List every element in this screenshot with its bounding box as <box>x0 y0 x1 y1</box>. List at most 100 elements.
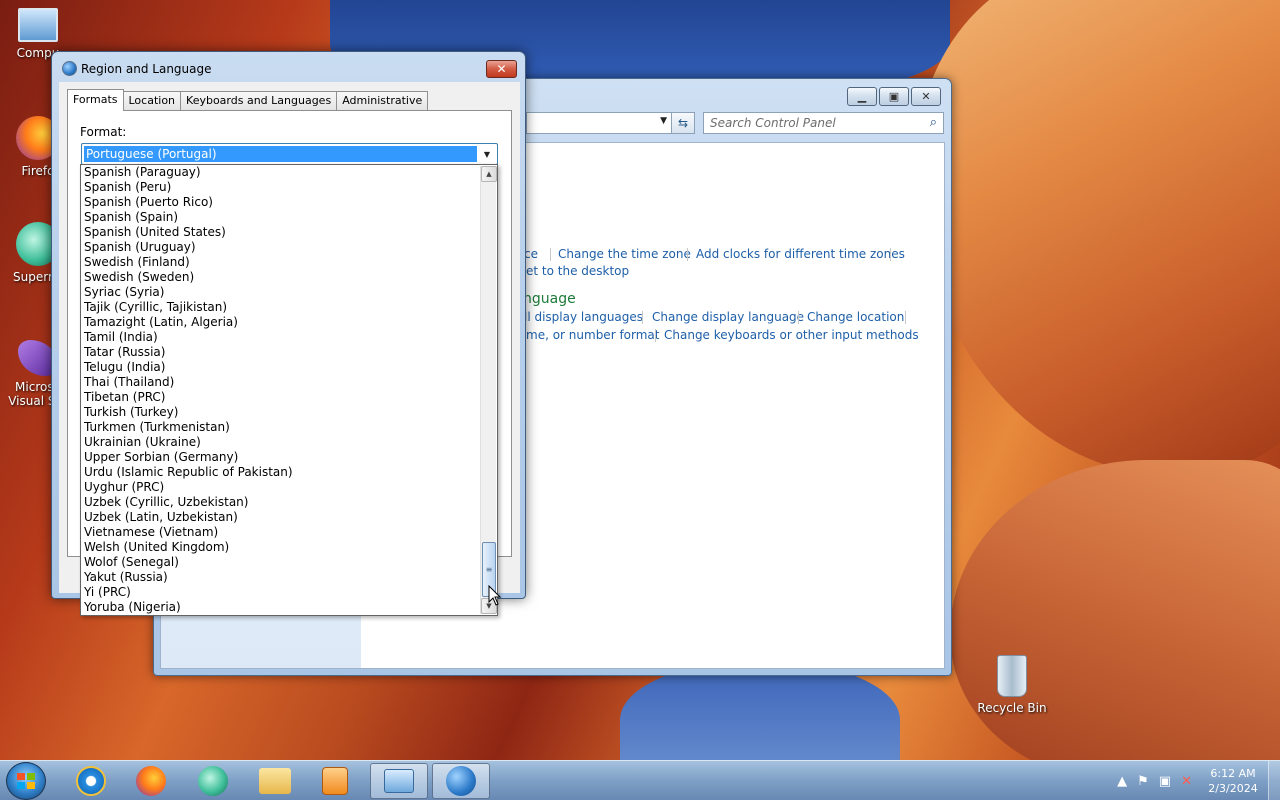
taskbar-firefox[interactable] <box>122 763 180 799</box>
desktop-icon-recycle-bin[interactable]: Recycle Bin <box>974 655 1050 715</box>
start-button[interactable] <box>6 762 46 800</box>
format-option[interactable]: Spanish (Uruguay) <box>82 240 480 255</box>
change-keyboards-link[interactable]: Change keyboards or other input methods <box>664 328 919 342</box>
format-combobox[interactable]: Portuguese (Portugal) ▼ <box>81 143 498 165</box>
windows-logo-icon <box>17 773 35 789</box>
mouse-cursor-icon <box>488 585 502 606</box>
maximize-button[interactable]: ▣ <box>879 87 909 106</box>
taskbar-supermium[interactable] <box>184 763 242 799</box>
format-option[interactable]: Spanish (United States) <box>82 225 480 240</box>
taskbar-internet-explorer[interactable] <box>62 763 120 799</box>
format-option[interactable]: Turkish (Turkey) <box>82 405 480 420</box>
close-icon: ✕ <box>496 62 507 76</box>
system-clock[interactable]: 6:12 AM 2/3/2024 <box>1202 766 1264 796</box>
link-separator <box>687 248 688 261</box>
address-bar[interactable]: ▼ <box>526 112 671 134</box>
region-language-heading[interactable]: nguage <box>523 291 576 307</box>
clock-time: 6:12 AM <box>1210 767 1256 780</box>
format-option[interactable]: Yi (PRC) <box>82 585 480 600</box>
wallpaper-rock-lower <box>950 460 1280 760</box>
format-option[interactable]: Uzbek (Latin, Uzbekistan) <box>82 510 480 525</box>
format-selected-value: Portuguese (Portugal) <box>84 146 477 162</box>
format-option[interactable]: Syriac (Syria) <box>82 285 480 300</box>
format-option[interactable]: Ukrainian (Ukraine) <box>82 435 480 450</box>
link-separator <box>550 248 551 261</box>
taskbar: ▲ ⚑ ▣ ✕ 6:12 AM 2/3/2024 <box>0 760 1280 801</box>
format-option[interactable]: Tajik (Cyrillic, Tajikistan) <box>82 300 480 315</box>
format-option[interactable]: Tatar (Russia) <box>82 345 480 360</box>
link-separator <box>655 329 656 342</box>
chevron-down-icon[interactable]: ▼ <box>479 146 495 162</box>
format-option[interactable]: Upper Sorbian (Germany) <box>82 450 480 465</box>
show-desktop-button[interactable] <box>1268 761 1280 801</box>
minimize-icon: ▁ <box>857 90 867 103</box>
format-option[interactable]: Tamazight (Latin, Algeria) <box>82 315 480 330</box>
taskbar-region-language[interactable] <box>432 763 490 799</box>
format-dropdown-list[interactable]: Spanish (Paraguay) Spanish (Peru) Spanish … <box>80 164 498 616</box>
tab-location[interactable]: Location <box>122 91 182 111</box>
desktop-icon-label: Recycle Bin <box>977 701 1047 715</box>
install-languages-link[interactable]: ll display languages <box>524 310 643 324</box>
globe-clock-icon <box>446 766 476 796</box>
tab-strip: Formats Location Keyboards and Languages… <box>67 89 429 111</box>
dropdown-scrollbar[interactable]: ▲ ≡ ▼ <box>480 166 497 614</box>
dialog-title: Region and Language <box>81 62 212 76</box>
dialog-close-button[interactable]: ✕ <box>486 60 517 78</box>
network-icon[interactable]: ▣ <box>1159 774 1171 789</box>
show-hidden-icons-icon[interactable]: ▲ <box>1117 774 1127 789</box>
format-option[interactable]: Turkmen (Turkmenistan) <box>82 420 480 435</box>
format-option[interactable]: Thai (Thailand) <box>82 375 480 390</box>
chevron-down-icon[interactable]: ▼ <box>660 116 667 126</box>
link-separator <box>890 248 891 261</box>
search-icon[interactable]: ⌕ <box>930 115 937 130</box>
format-option[interactable]: Yoruba (Nigeria) <box>82 600 480 615</box>
taskbar-control-panel[interactable] <box>370 763 428 799</box>
format-option[interactable]: Yakut (Russia) <box>82 570 480 585</box>
search-input[interactable]: Search Control Panel ⌕ <box>703 112 944 134</box>
refresh-button[interactable]: ⇆ <box>671 112 695 134</box>
format-option[interactable]: Spanish (Peru) <box>82 180 480 195</box>
change-time-zone-link[interactable]: Change the time zone <box>558 247 691 261</box>
tab-administrative[interactable]: Administrative <box>336 91 429 111</box>
format-option[interactable]: Vietnamese (Vietnam) <box>82 525 480 540</box>
format-option[interactable]: Tamil (India) <box>82 330 480 345</box>
format-option[interactable]: Wolof (Senegal) <box>82 555 480 570</box>
gadget-link-partial[interactable]: et to the desktop <box>526 264 629 278</box>
link-separator <box>798 311 799 324</box>
system-tray: ▲ ⚑ ▣ ✕ 6:12 AM 2/3/2024 <box>1117 761 1264 801</box>
close-icon: ✕ <box>921 90 931 103</box>
format-option[interactable]: Welsh (United Kingdom) <box>82 540 480 555</box>
change-format-link[interactable]: me, or number format <box>526 328 659 342</box>
window-caption-buttons: ▁ ▣ ✕ <box>847 87 941 106</box>
format-options: Spanish (Paraguay) Spanish (Peru) Spanish … <box>82 165 480 615</box>
taskbar-file-explorer[interactable] <box>246 763 304 799</box>
clock-date: 2/3/2024 <box>1208 782 1258 795</box>
scroll-up-arrow-icon[interactable]: ▲ <box>481 166 497 182</box>
link-separator <box>642 311 643 324</box>
taskbar-media-player[interactable] <box>306 763 364 799</box>
refresh-icon: ⇆ <box>677 116 689 130</box>
minimize-button[interactable]: ▁ <box>847 87 877 106</box>
change-location-link[interactable]: Change location <box>807 310 904 324</box>
format-option[interactable]: Spanish (Puerto Rico) <box>82 195 480 210</box>
format-option[interactable]: Swedish (Finland) <box>82 255 480 270</box>
change-display-language-link[interactable]: Change display language <box>652 310 804 324</box>
control-panel-icon <box>384 769 414 793</box>
clock-link-partial[interactable]: ce <box>524 247 538 261</box>
format-option[interactable]: Telugu (India) <box>82 360 480 375</box>
action-center-flag-icon[interactable]: ⚑ <box>1137 774 1149 789</box>
format-option[interactable]: Urdu (Islamic Republic of Pakistan) <box>82 465 480 480</box>
add-clocks-link[interactable]: Add clocks for different time zones <box>696 247 905 261</box>
tab-keyboards-and-languages[interactable]: Keyboards and Languages <box>180 91 338 111</box>
format-option[interactable]: Swedish (Sweden) <box>82 270 480 285</box>
format-option[interactable]: Spanish (Spain) <box>82 210 480 225</box>
tab-formats[interactable]: Formats <box>67 89 124 111</box>
volume-muted-icon[interactable]: ✕ <box>1181 774 1192 789</box>
computer-icon <box>18 8 58 42</box>
format-option[interactable]: Tibetan (PRC) <box>82 390 480 405</box>
format-option[interactable]: Uzbek (Cyrillic, Uzbekistan) <box>82 495 480 510</box>
format-option[interactable]: Spanish (Paraguay) <box>82 165 480 180</box>
close-button[interactable]: ✕ <box>911 87 941 106</box>
format-option[interactable]: Uyghur (PRC) <box>82 480 480 495</box>
firefox-icon <box>136 766 166 796</box>
